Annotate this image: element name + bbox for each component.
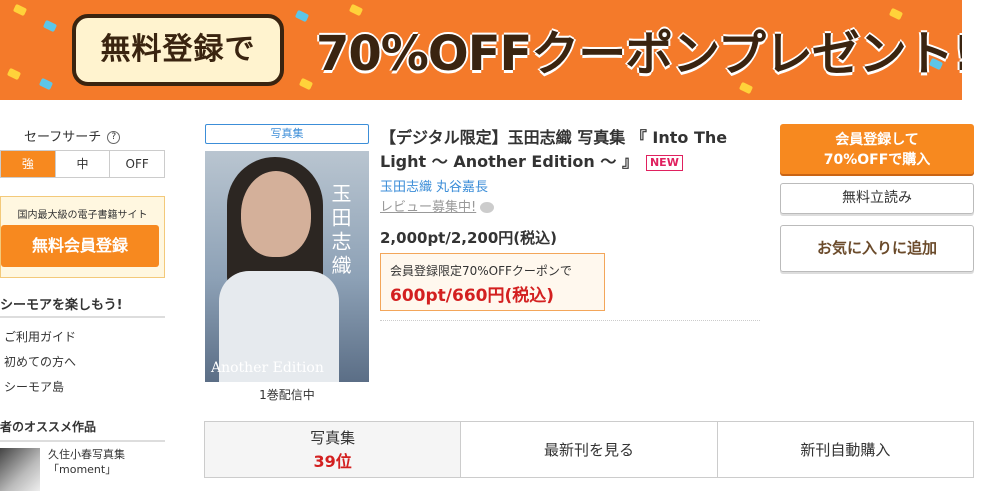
cover-photo-face [241,171,311,257]
review-link[interactable]: レビュー募集中! [380,196,495,215]
recommend-item-title[interactable]: 久住小春写真集 「moment」 [48,447,125,477]
recommend-item-thumbnail[interactable] [0,448,40,491]
promo-banner[interactable]: 無料登録で 70%OFFクーポンプレゼント! [0,0,962,100]
ranking-category: 写真集 [310,429,356,447]
enjoy-heading: シーモアを楽しもう! [0,298,123,313]
add-favorite-button[interactable]: お気に入りに追加 [780,225,974,272]
confetti-decoration [42,19,58,33]
product-title: 【デジタル限定】玉田志織 写真集 『 Into The Light 〜 Anot… [380,126,760,174]
safe-search-heading: セーフサーチ? [24,126,121,145]
signup-promo-box: 国内最大級の電子書籍サイト 無料会員登録 [0,196,165,278]
volume-count: 1巻配信中 [259,388,315,402]
banner-headline: 70%OFFクーポンプレゼント! [316,26,962,82]
confetti-decoration [12,3,28,17]
free-trial-read-button[interactable]: 無料立読み [780,183,974,214]
guide-link-cmoa-island[interactable]: シーモア島 [4,378,64,395]
product-bottom-bar: 写真集 39位 最新刊を見る 新刊自動購入 [204,421,974,478]
cover-vertical-title: 玉田志織 [328,183,352,279]
guide-link-usage[interactable]: ご利用ガイド [4,328,76,345]
divider [0,316,165,318]
regular-price: 2,000pt/2,200円(税込) [380,229,557,247]
coupon-box: 会員登録限定70%OFFクーポンで 600pt/660円(税込) [380,253,605,311]
signup-purchase-button[interactable]: 会員登録して 70%OFFで購入 [780,124,974,174]
recommend-item-line2: 「moment」 [48,463,117,476]
author-link[interactable]: 玉田志織 [380,180,432,195]
confetti-decoration [294,9,310,23]
auto-purchase-button[interactable]: 新刊自動購入 [716,422,973,477]
cover-subtitle: Another Edition [211,360,324,376]
signup-purchase-line1: 会員登録して [835,132,919,148]
coupon-label: 会員登録限定70%OFFクーポンで [390,264,572,278]
author-link[interactable]: 丸谷嘉長 [436,180,488,195]
ranking-tab[interactable]: 写真集 39位 [205,422,461,477]
speech-bubble-icon [480,202,495,213]
recommend-item-line1: 久住小春写真集 [48,448,125,461]
safe-search-option-strong[interactable]: 強 [1,151,55,177]
free-signup-button[interactable]: 無料会員登録 [1,225,159,267]
new-badge: NEW [645,154,683,171]
banner-free-signup-pill: 無料登録で [72,14,284,86]
guide-link-first-time[interactable]: 初めての方へ [4,353,76,370]
divider [0,440,165,442]
author-list: 玉田志織 丸谷嘉長 [380,176,492,195]
safe-search-option-medium[interactable]: 中 [54,151,110,177]
help-icon[interactable]: ? [107,131,121,144]
coupon-price: 600pt/660円(税込) [390,286,555,306]
safe-search-options: 強 中 OFF [0,150,165,178]
signup-caption: 国内最大級の電子書籍サイト [17,210,148,221]
signup-purchase-line2: 70%OFFで購入 [823,152,931,168]
latest-volume-button[interactable]: 最新刊を見る [460,422,716,477]
confetti-decoration [298,77,314,91]
safe-search-label: セーフサーチ [24,130,102,145]
review-link-text: レビュー募集中! [380,200,477,215]
ranking-value: 39位 [313,452,352,471]
recommend-heading: 者のオススメ作品 [0,420,97,434]
divider [380,320,760,321]
confetti-decoration [38,77,54,91]
confetti-decoration [6,67,22,81]
book-cover[interactable]: 玉田志織 Another Edition [205,151,369,382]
safe-search-option-off[interactable]: OFF [109,151,164,177]
category-tag[interactable]: 写真集 [205,124,369,144]
